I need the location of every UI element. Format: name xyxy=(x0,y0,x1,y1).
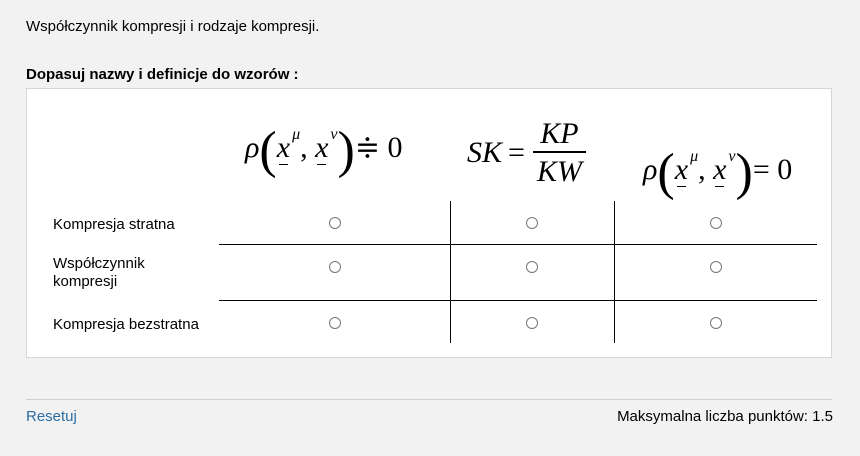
column-divider-2 xyxy=(614,201,615,343)
formula-1-relation: ≑ xyxy=(354,131,380,164)
row-divider-1 xyxy=(219,244,817,245)
formula-3: ρ(x μ, x ν)= 0 xyxy=(643,144,793,201)
row-label-wspolczynnik-kompresji: Współczynnik kompresji xyxy=(53,255,145,290)
radio-row2-col1[interactable] xyxy=(329,261,341,273)
row-divider-2 xyxy=(219,300,817,301)
column-divider-1 xyxy=(450,201,451,343)
formula-1-comma: , xyxy=(300,131,308,164)
formula-2-equals: = xyxy=(508,136,525,169)
formula-3-mu: μ xyxy=(690,148,699,165)
formula-3-rho: ρ xyxy=(643,153,658,186)
formula-1: ρ(x μ, x ν)≑ 0 xyxy=(245,122,403,179)
formula-1-rho: ρ xyxy=(245,131,260,164)
formula-1-mu: μ xyxy=(292,126,301,143)
footer-divider xyxy=(26,399,832,400)
radio-row1-col1[interactable] xyxy=(329,217,341,229)
row-label-kompresja-stratna: Kompresja stratna xyxy=(53,216,175,233)
radio-row3-col3[interactable] xyxy=(710,317,722,329)
radio-row2-col2[interactable] xyxy=(526,261,538,273)
formula-2-denominator: KW xyxy=(532,151,586,187)
formula-1-rhs: 0 xyxy=(387,131,403,164)
formula-1-x2: x xyxy=(315,131,329,164)
matching-table: ρ(x μ, x ν)≑ 0 SK = KP KW ρ(x μ, x ν)= 0 Kom… xyxy=(26,88,832,358)
formula-3-nu: ν xyxy=(728,148,736,165)
formula-3-relation: = xyxy=(752,153,770,186)
reset-link[interactable]: Resetuj xyxy=(26,408,77,425)
question-instruction: Dopasuj nazwy i definicje do wzorów : xyxy=(26,66,299,83)
radio-row1-col2[interactable] xyxy=(526,217,538,229)
formula-1-nu: ν xyxy=(330,126,338,143)
formula-2-numerator: KP xyxy=(540,117,579,150)
radio-row1-col3[interactable] xyxy=(710,217,722,229)
formula-3-comma: , xyxy=(698,153,706,186)
formula-3-rhs: 0 xyxy=(777,153,793,186)
formula-3-x2: x xyxy=(713,153,727,186)
max-points-label: Maksymalna liczba punktów: 1.5 xyxy=(617,408,833,425)
radio-row3-col1[interactable] xyxy=(329,317,341,329)
formula-2-fraction: KP KW xyxy=(532,117,586,187)
question-title: Współczynnik kompresji i rodzaje kompres… xyxy=(26,18,320,35)
radio-row2-col3[interactable] xyxy=(710,261,722,273)
formula-3-x1: x xyxy=(674,153,689,186)
formula-1-x1: x xyxy=(276,131,291,164)
formula-2: SK = KP KW xyxy=(467,119,586,187)
row-label-kompresja-bezstratna: Kompresja bezstratna xyxy=(53,316,199,333)
formula-2-lhs: SK xyxy=(467,136,503,169)
radio-row3-col2[interactable] xyxy=(526,317,538,329)
